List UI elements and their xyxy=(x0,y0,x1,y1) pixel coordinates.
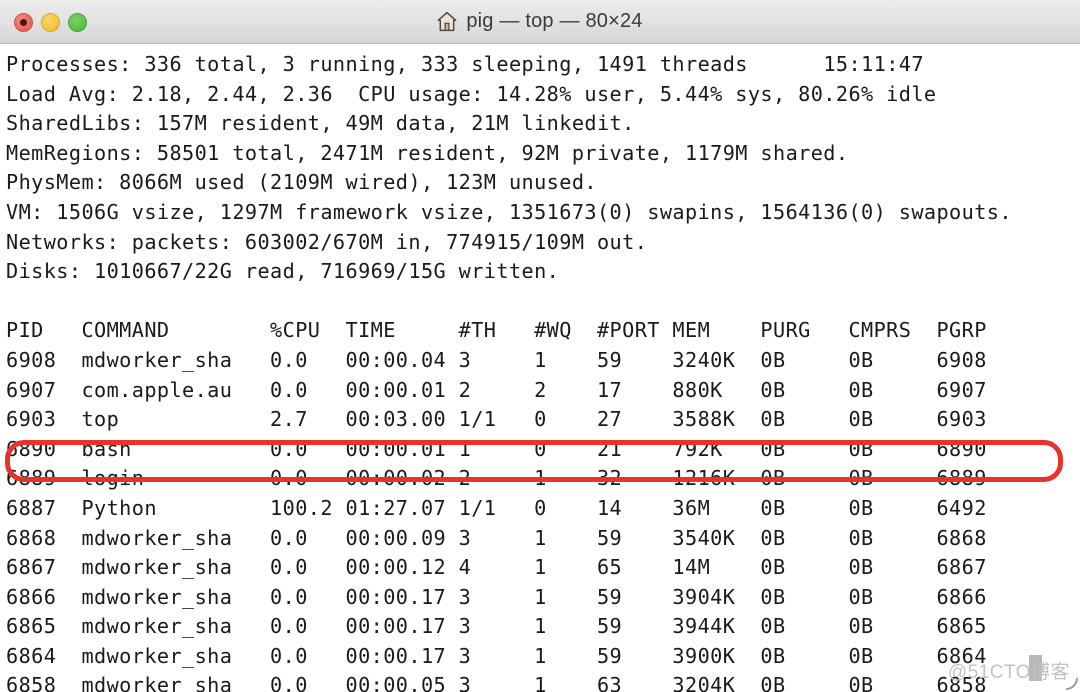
house-icon xyxy=(437,11,457,32)
summary-load-avg-line: Load Avg: 2.18, 2.44, 2.36 CPU usage: 14… xyxy=(6,81,937,106)
resize-corner-icon[interactable] xyxy=(1062,674,1078,690)
window-title-group: pig — top — 80×24 xyxy=(0,10,1080,33)
process-row: 6908 mdworker_sha 0.0 00:00.04 3 1 59 32… xyxy=(6,347,987,372)
summary-processes-line: Processes: 336 total, 3 running, 333 sle… xyxy=(6,50,1080,80)
processes-text: Processes: 336 total, 3 running, 333 sle… xyxy=(6,52,748,76)
maximize-button[interactable] xyxy=(68,12,87,32)
summary-physmem-line: PhysMem: 8066M used (2109M wired), 123M … xyxy=(6,170,597,195)
window-title: pig — top — 80×24 xyxy=(466,10,643,32)
summary-memregions-line: MemRegions: 58501 total, 2471M resident,… xyxy=(6,140,849,165)
summary-vm-line: VM: 1506G vsize, 1297M framework vsize, … xyxy=(6,199,1012,224)
process-row: 6887 Python 100.2 01:27.07 1/1 0 14 36M … xyxy=(6,495,987,520)
process-row: 6907 com.apple.au 0.0 00:00.01 2 2 17 88… xyxy=(6,377,987,402)
process-table-header: PID COMMAND %CPU TIME #TH #WQ #PORT MEM … xyxy=(6,318,987,343)
process-table-body: 6908 mdworker_sha 0.0 00:00.04 3 1 59 32… xyxy=(6,346,1080,692)
summary-networks-line: Networks: packets: 603002/670M in, 77491… xyxy=(6,229,648,254)
clock-spacer xyxy=(748,52,823,76)
clock: 15:11:47 xyxy=(823,52,924,76)
process-row: 6867 mdworker_sha 0.0 00:00.12 4 1 65 14… xyxy=(6,555,987,580)
window-titlebar[interactable]: pig — top — 80×24 xyxy=(0,0,1080,44)
process-row: 6866 mdworker_sha 0.0 00:00.17 3 1 59 39… xyxy=(6,584,987,609)
process-row: 6865 mdworker_sha 0.0 00:00.17 3 1 59 39… xyxy=(6,614,987,639)
summary-disks-line: Disks: 1010667/22G read, 716969/15G writ… xyxy=(6,259,560,284)
process-row: 6868 mdworker_sha 0.0 00:00.09 3 1 59 35… xyxy=(6,525,987,550)
process-row: 6903 top 2.7 00:03.00 1/1 0 27 3588K 0B … xyxy=(6,407,987,432)
minimize-button[interactable] xyxy=(41,12,60,32)
process-row: 6890 bash 0.0 00:00.01 1 0 21 792K 0B 0B… xyxy=(6,436,987,461)
close-button[interactable] xyxy=(14,12,33,32)
process-row: 6889 login 0.0 00:00.02 2 1 32 1216K 0B … xyxy=(6,466,987,491)
terminal-content[interactable]: Processes: 336 total, 3 running, 333 sle… xyxy=(0,44,1080,692)
process-row: 6864 mdworker_sha 0.0 00:00.17 3 1 59 39… xyxy=(6,643,987,668)
terminal-window: pig — top — 80×24 Processes: 336 total, … xyxy=(0,0,1080,692)
process-row: 6858 mdworker_sha 0.0 00:00.05 3 1 63 32… xyxy=(6,673,987,692)
summary-sharedlibs-line: SharedLibs: 157M resident, 49M data, 21M… xyxy=(6,111,635,136)
watermark: @51CTO博客 xyxy=(947,662,1070,683)
window-controls xyxy=(14,0,87,44)
